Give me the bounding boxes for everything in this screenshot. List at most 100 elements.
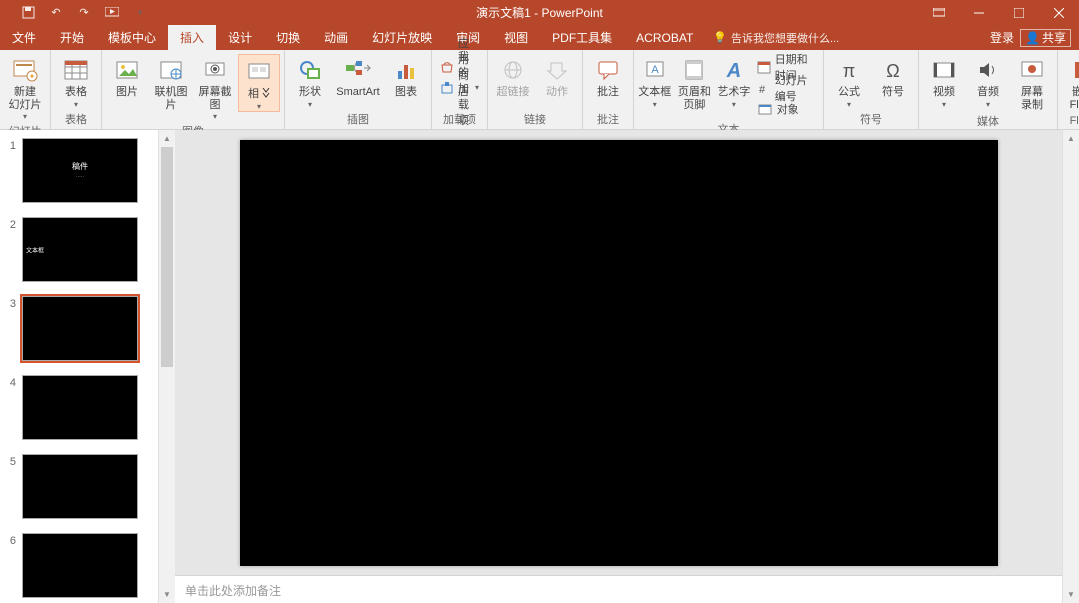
album-button[interactable]: 相 ▾: [238, 54, 280, 112]
wordart-icon: A: [719, 56, 749, 84]
object-button[interactable]: 对象: [753, 99, 819, 119]
online-picture-button[interactable]: 联机图片: [150, 54, 192, 111]
notes-pane[interactable]: 单击此处添加备注: [175, 575, 1062, 603]
wordart-button[interactable]: A 艺术字 ▾: [717, 54, 751, 109]
tab-animations[interactable]: 动画: [312, 25, 360, 50]
tab-view[interactable]: 视图: [492, 25, 540, 50]
table-label: 表格: [65, 86, 87, 99]
title-bar: ↶ ↷ ▾ 演示文稿1 - PowerPoint: [0, 0, 1079, 25]
slide-thumb-5[interactable]: [22, 454, 138, 519]
thumbs-scrollbar[interactable]: ▲ ▼: [158, 130, 175, 603]
screenrec-label: 屏幕 录制: [1021, 86, 1043, 111]
chart-button[interactable]: 图表: [385, 54, 427, 99]
scroll-track[interactable]: [1063, 147, 1079, 586]
share-button[interactable]: 👤 共享: [1020, 29, 1071, 47]
flash-button[interactable]: f 嵌入 Flash: [1062, 54, 1079, 111]
group-slides: ✦ 新建 幻灯片 ▾ 幻灯片: [0, 50, 51, 129]
picture-label: 图片: [116, 86, 138, 99]
chart-icon: [391, 56, 421, 84]
chart-label: 图表: [395, 86, 417, 99]
header-footer-button[interactable]: 页眉和页脚: [674, 54, 716, 111]
scroll-up-icon[interactable]: ▲: [1063, 130, 1079, 147]
scroll-down-icon[interactable]: ▼: [1063, 586, 1079, 603]
new-slide-button[interactable]: ✦ 新建 幻灯片 ▾: [4, 54, 46, 121]
tab-slideshow[interactable]: 幻灯片放映: [360, 25, 444, 50]
start-slideshow-icon[interactable]: [104, 5, 120, 21]
tell-me-search[interactable]: 💡 告诉我您想要做什么...: [705, 25, 839, 50]
equation-icon: π: [834, 56, 864, 84]
shapes-button[interactable]: 形状 ▾: [289, 54, 331, 109]
screenrec-button[interactable]: 屏幕 录制: [1011, 54, 1053, 111]
slide-thumb-6[interactable]: [22, 533, 138, 598]
group-links: 超链接 动作 链接: [488, 50, 583, 129]
hyperlink-button[interactable]: 超链接: [492, 54, 534, 99]
group-links-label: 链接: [524, 109, 546, 129]
qat-customize-icon[interactable]: ▾: [132, 5, 148, 21]
online-picture-label: 联机图片: [150, 86, 192, 111]
tab-pdf[interactable]: PDF工具集: [540, 25, 624, 50]
symbol-button[interactable]: Ω 符号: [872, 54, 914, 99]
hyperlink-label: 超链接: [497, 86, 530, 99]
chevron-down-icon: ▾: [74, 101, 78, 109]
svg-text:✦: ✦: [29, 72, 36, 81]
thumb-row: 4: [6, 375, 154, 440]
scroll-up-icon[interactable]: ▲: [159, 130, 175, 147]
slide-thumb-1[interactable]: 稿件 ·····: [22, 138, 138, 203]
screenshot-button[interactable]: 屏幕截图 ▾: [194, 54, 236, 121]
minimize-icon[interactable]: [959, 0, 999, 25]
maximize-icon[interactable]: [999, 0, 1039, 25]
textbox-button[interactable]: A 文本框 ▾: [638, 54, 672, 109]
chevron-down-icon: ▾: [475, 84, 479, 92]
tab-insert[interactable]: 插入: [168, 25, 216, 50]
ribbon: ✦ 新建 幻灯片 ▾ 幻灯片 表格 ▾ 表格 图片 联机图片: [0, 50, 1079, 130]
close-icon[interactable]: [1039, 0, 1079, 25]
picture-button[interactable]: 图片: [106, 54, 148, 99]
group-comments-label: 批注: [597, 109, 619, 129]
slide-thumb-4[interactable]: [22, 375, 138, 440]
tab-design[interactable]: 设计: [216, 25, 264, 50]
slidenum-icon: #: [757, 80, 771, 96]
tab-home[interactable]: 开始: [48, 25, 96, 50]
group-symbols: π 公式 ▾ Ω 符号 符号: [824, 50, 919, 129]
addins-icon: [440, 80, 454, 96]
tab-acrobat[interactable]: ACROBAT: [624, 25, 705, 50]
login-link[interactable]: 登录: [990, 29, 1014, 46]
smartart-icon: [343, 56, 373, 84]
scroll-down-icon[interactable]: ▼: [159, 586, 175, 603]
scroll-track[interactable]: [159, 147, 175, 586]
slide-thumb-3[interactable]: [22, 296, 138, 361]
audio-button[interactable]: 音频 ▾: [967, 54, 1009, 109]
save-icon[interactable]: [20, 5, 36, 21]
comment-button[interactable]: 批注: [587, 54, 629, 99]
group-text: A 文本框 ▾ 页眉和页脚 A 艺术字 ▾ 日期和时间 # 幻灯片: [634, 50, 824, 129]
equation-button[interactable]: π 公式 ▾: [828, 54, 870, 109]
tab-file[interactable]: 文件: [0, 25, 48, 50]
tell-me-placeholder: 告诉我您想要做什么...: [731, 30, 839, 46]
group-comments: 批注 批注: [583, 50, 634, 129]
header-footer-label: 页眉和页脚: [674, 86, 716, 111]
my-addins-button[interactable]: 我的加载项 ▾: [436, 78, 483, 98]
slide-canvas[interactable]: [240, 140, 998, 566]
tab-transitions[interactable]: 切换: [264, 25, 312, 50]
table-icon: [61, 56, 91, 84]
thumb-number: 5: [6, 454, 16, 468]
slidenum-button[interactable]: # 幻灯片编号: [753, 78, 819, 98]
action-button[interactable]: 动作: [536, 54, 578, 99]
slide-thumbnails-pane[interactable]: 1 稿件 ····· 2 文本框 3 4 5 6: [0, 130, 158, 603]
ribbon-display-icon[interactable]: [919, 0, 959, 25]
redo-icon[interactable]: ↷: [76, 5, 92, 21]
main-scrollbar[interactable]: ▲ ▼: [1062, 130, 1079, 603]
scroll-thumb[interactable]: [161, 147, 173, 367]
smartart-button[interactable]: SmartArt: [333, 54, 383, 99]
tab-template[interactable]: 模板中心: [96, 25, 168, 50]
slide-thumb-2[interactable]: 文本框: [22, 217, 138, 282]
thumb1-sub: ·····: [76, 174, 84, 180]
table-button[interactable]: 表格 ▾: [55, 54, 97, 109]
group-illustrations-label: 插图: [347, 109, 369, 129]
picture-icon: [112, 56, 142, 84]
undo-icon[interactable]: ↶: [48, 5, 64, 21]
video-button[interactable]: 视频 ▾: [923, 54, 965, 109]
thumb-row: 3: [6, 296, 154, 361]
group-images: 图片 联机图片 屏幕截图 ▾ 相 ▾ 图像: [102, 50, 285, 129]
group-tables: 表格 ▾ 表格: [51, 50, 102, 129]
